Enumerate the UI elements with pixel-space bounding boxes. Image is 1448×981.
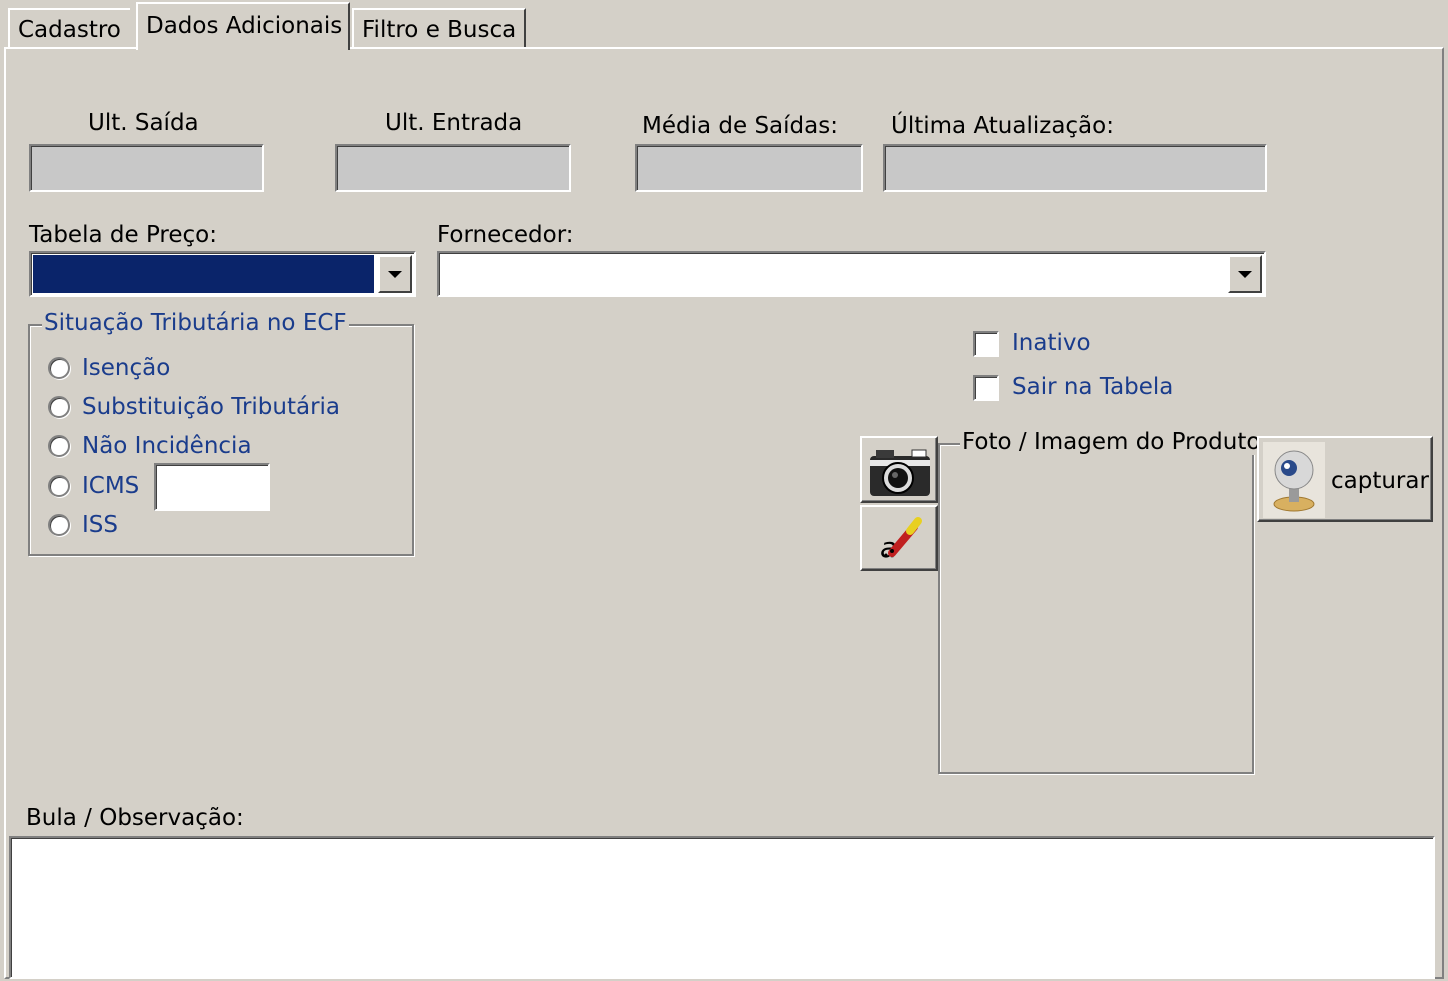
tab-label: Filtro e Busca [362, 17, 517, 43]
tabela-preco-value [33, 255, 374, 293]
radio-label: Isenção [82, 355, 171, 381]
photo-legend: Foto / Imagem do Produto [960, 429, 1263, 455]
ultima-atualizacao-field [883, 144, 1267, 192]
ult-saida-label: Ult. Saída [88, 110, 199, 136]
media-saidas-field [635, 144, 863, 192]
tabela-preco-select[interactable] [29, 251, 416, 297]
bula-textarea[interactable] [9, 836, 1435, 979]
radio-label: Não Incidência [82, 433, 252, 459]
inativo-label: Inativo [1012, 330, 1091, 356]
radio-label: Substituição Tributária [82, 394, 341, 420]
chevron-down-icon[interactable] [1228, 255, 1262, 293]
ult-saida-field [29, 144, 264, 192]
radio-button[interactable] [48, 475, 70, 497]
radio-isencao[interactable]: Isenção [48, 351, 170, 385]
tab-label: Dados Adicionais [146, 13, 343, 39]
sair-tabela-label: Sair na Tabela [1012, 374, 1174, 400]
media-saidas-label: Média de Saídas: [642, 113, 838, 139]
fornecedor-select[interactable] [437, 251, 1266, 297]
tab-dados-adicionais[interactable]: Dados Adicionais [136, 2, 350, 50]
capture-label: capturar [1331, 468, 1429, 494]
ult-entrada-label: Ult. Entrada [385, 110, 523, 136]
radio-button[interactable] [48, 396, 70, 418]
tab-cadastro[interactable]: Cadastro [8, 8, 130, 48]
radio-button[interactable] [48, 435, 70, 457]
photo-group: Foto / Imagem do Produto [938, 429, 1263, 774]
inativo-checkbox[interactable] [973, 331, 999, 357]
eraser-icon: a [880, 517, 922, 564]
radio-label: ISS [82, 512, 118, 538]
radio-nao-incidencia[interactable]: Não Incidência [48, 429, 252, 463]
tab-label: Cadastro [18, 17, 121, 43]
capture-button[interactable]: capturar [1257, 436, 1433, 522]
radio-substituicao-tributaria[interactable]: Substituição Tributária [48, 390, 340, 424]
radio-button[interactable] [48, 514, 70, 536]
load-photo-button[interactable] [860, 436, 938, 503]
webcam-icon [1263, 442, 1325, 518]
chevron-down-icon[interactable] [378, 255, 412, 293]
clear-photo-button[interactable]: a [860, 505, 938, 571]
radio-label: ICMS [82, 473, 140, 499]
camera-icon [870, 449, 930, 496]
radio-icms[interactable]: ICMS [48, 469, 139, 503]
product-image-area [942, 461, 1250, 770]
icms-value-input[interactable] [154, 463, 270, 511]
tab-filtro-busca[interactable]: Filtro e Busca [352, 8, 526, 48]
situacao-tributaria-group: Situação Tributária no ECF Isenção Subst… [28, 310, 414, 556]
bula-label: Bula / Observação: [26, 805, 244, 831]
tabela-preco-label: Tabela de Preço: [29, 222, 217, 248]
radio-iss[interactable]: ISS [48, 508, 118, 542]
fornecedor-value [441, 255, 1224, 293]
situacao-tributaria-legend: Situação Tributária no ECF [42, 310, 349, 336]
tab-strip: Cadastro Dados Adicionais Filtro e Busca [0, 0, 1448, 50]
fornecedor-label: Fornecedor: [437, 222, 574, 248]
ult-entrada-field [335, 144, 571, 192]
sair-tabela-checkbox[interactable] [973, 375, 999, 401]
radio-button[interactable] [48, 357, 70, 379]
ultima-atualizacao-label: Última Atualização: [891, 113, 1114, 139]
